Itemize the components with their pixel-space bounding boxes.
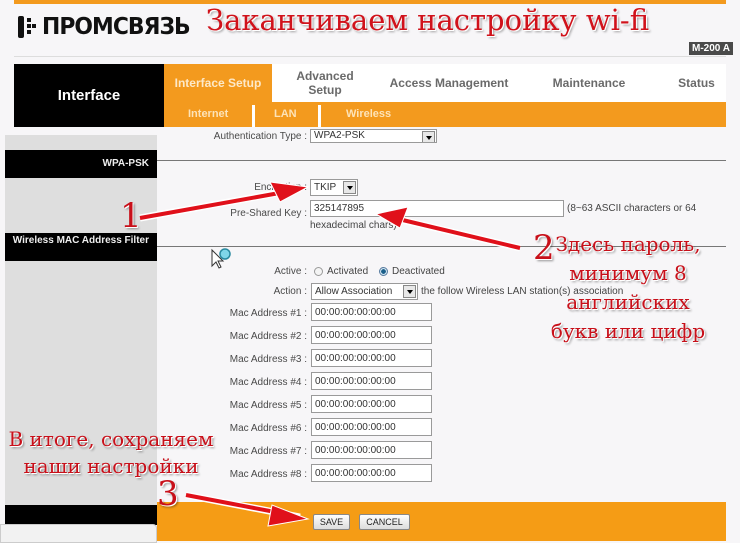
mac-label: Mac Address #3 : <box>229 354 307 365</box>
section-title: Interface <box>14 64 164 127</box>
radio-activated[interactable] <box>314 267 323 276</box>
mac-input[interactable] <box>311 418 432 436</box>
mac-input[interactable] <box>311 441 432 459</box>
tutorial-headline: Заканчиваем настройку wi-fi <box>206 3 650 37</box>
sidebar-section-mac-filter: Wireless MAC Address Filter <box>5 233 157 261</box>
tab-access-management[interactable]: Access Management <box>389 64 509 102</box>
mac-input[interactable] <box>311 303 432 321</box>
brand-name: ПРОМСВЯЗЬ <box>42 14 191 40</box>
footer-action-bar <box>157 502 726 541</box>
psk-input[interactable] <box>310 200 564 217</box>
mac-label: Mac Address #5 : <box>229 400 307 411</box>
mac-label: Mac Address #2 : <box>229 331 307 342</box>
cancel-button[interactable]: CANCEL <box>359 514 410 530</box>
auth-type-value: WPA2-PSK <box>314 130 365 141</box>
subtab-lan[interactable]: LAN <box>274 108 297 120</box>
annotation-line: букв или цифр <box>550 319 706 343</box>
encryption-label: Encryption : <box>254 182 307 193</box>
annotation-step3-number: 3 <box>157 474 179 514</box>
header-divider <box>14 56 726 57</box>
annotation-line: минимум 8 <box>569 261 687 285</box>
section-divider <box>157 160 726 161</box>
annotation-line: английских <box>566 290 690 314</box>
sidebar-section-wpa-psk: WPA-PSK <box>5 150 157 178</box>
mac-label: Mac Address #1 : <box>229 308 307 319</box>
brand-logo: ПРОМСВЯЗЬ <box>18 10 198 44</box>
radio-deactivated-label: Deactivated <box>392 266 445 277</box>
chevron-down-icon <box>403 285 416 298</box>
chevron-down-icon <box>422 131 435 142</box>
auth-type-label: Authentication Type : <box>213 131 307 142</box>
sidebar-footer <box>0 524 157 543</box>
radio-activated-label: Activated <box>327 266 369 277</box>
action-value: Allow Association <box>315 286 393 297</box>
radio-deactivated[interactable] <box>379 267 388 276</box>
encryption-value: TKIP <box>314 182 337 193</box>
action-label: Action : <box>273 286 307 297</box>
psk-hint-continued: hexadecimal chars) <box>310 220 397 231</box>
tab-status[interactable]: Status <box>664 64 729 102</box>
busy-cursor-icon <box>211 248 231 269</box>
annotation-step2-text: Здесь пароль, минимум 8 английских букв … <box>548 230 708 346</box>
logo-icon <box>18 14 36 40</box>
annotation-step1-number: 1 <box>120 196 142 236</box>
tab-advanced-setup[interactable]: Advanced Setup <box>279 64 371 102</box>
annotation-line: В итоге, сохраняем <box>8 427 214 451</box>
psk-label: Pre-Shared Key : <box>230 208 307 219</box>
sidebar-bottom-bar <box>5 505 157 525</box>
save-button[interactable]: SAVE <box>313 514 350 530</box>
annotation-line: Здесь пароль, <box>555 232 701 256</box>
mac-input[interactable] <box>311 464 432 482</box>
psk-hint: (8~63 ASCII characters or 64 <box>567 203 697 214</box>
mac-label: Mac Address #4 : <box>229 377 307 388</box>
tab-interface-setup[interactable]: Interface Setup <box>164 64 272 102</box>
tab-maintenance[interactable]: Maintenance <box>534 64 644 102</box>
sub-navigation: Internet LAN Wireless <box>164 102 726 127</box>
auth-type-select[interactable]: WPA2-PSK <box>310 129 437 143</box>
mac-input[interactable] <box>311 349 432 367</box>
annotation-line: наши настройки <box>23 454 199 478</box>
mac-input[interactable] <box>311 326 432 344</box>
mac-input[interactable] <box>311 395 432 413</box>
subtab-wireless[interactable]: Wireless <box>346 108 391 120</box>
subnav-separator <box>318 105 321 127</box>
annotation-step3-text: В итоге, сохраняем наши настройки <box>5 426 217 480</box>
action-select[interactable]: Allow Association <box>311 283 418 300</box>
encryption-select[interactable]: TKIP <box>310 179 358 196</box>
subnav-separator <box>252 105 255 127</box>
chevron-down-icon <box>343 181 356 194</box>
mac-input[interactable] <box>311 372 432 390</box>
subtab-internet[interactable]: Internet <box>188 108 228 120</box>
main-tabs: Interface Setup Advanced Setup Access Ma… <box>164 64 726 102</box>
model-badge: M-200 A <box>689 42 733 55</box>
